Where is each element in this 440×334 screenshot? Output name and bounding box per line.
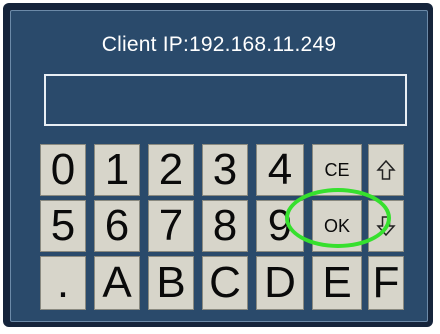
- key-c[interactable]: C: [202, 256, 248, 310]
- key-8[interactable]: 8: [202, 200, 248, 252]
- key-3[interactable]: 3: [202, 144, 248, 196]
- key-4[interactable]: 4: [256, 144, 304, 196]
- key-f[interactable]: F: [368, 256, 404, 310]
- key-a[interactable]: A: [94, 256, 140, 310]
- input-display[interactable]: [44, 74, 407, 126]
- ok-button[interactable]: OK: [312, 200, 362, 252]
- client-ip-title: Client IP:192.168.11.249: [101, 33, 337, 56]
- arrow-down-button[interactable]: [368, 200, 404, 252]
- key-7[interactable]: 7: [148, 200, 194, 252]
- clear-entry-button[interactable]: CE: [312, 144, 362, 196]
- arrow-down-icon: [376, 215, 396, 237]
- key-e[interactable]: E: [312, 256, 362, 310]
- key-dot[interactable]: .: [40, 256, 86, 310]
- key-2[interactable]: 2: [148, 144, 194, 196]
- key-9[interactable]: 9: [256, 200, 304, 252]
- key-5[interactable]: 5: [40, 200, 86, 252]
- arrow-up-button[interactable]: [368, 144, 404, 196]
- key-6[interactable]: 6: [94, 200, 140, 252]
- arrow-up-icon: [376, 159, 396, 181]
- key-b[interactable]: B: [148, 256, 194, 310]
- key-1[interactable]: 1: [94, 144, 140, 196]
- key-d[interactable]: D: [256, 256, 304, 310]
- key-0[interactable]: 0: [40, 144, 86, 196]
